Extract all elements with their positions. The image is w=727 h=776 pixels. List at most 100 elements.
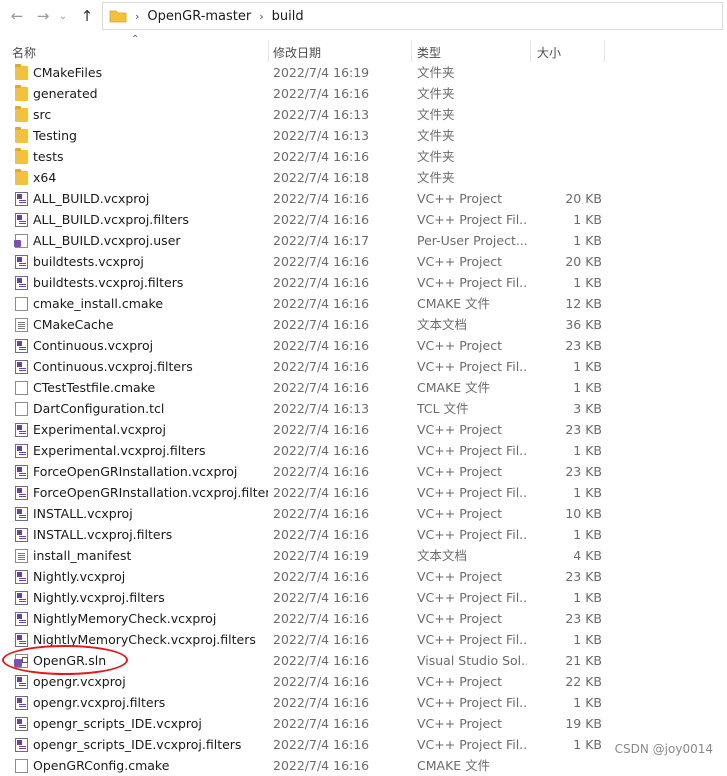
file-modified-date: 2022/7/4 16:18 [273, 170, 370, 185]
file-size: 1 KB [573, 737, 602, 752]
vcxproj-icon [15, 423, 28, 437]
file-size: 4 KB [573, 548, 602, 563]
file-type: VC++ Project [417, 338, 502, 353]
file-modified-date: 2022/7/4 16:16 [273, 359, 370, 374]
file-row[interactable]: DartConfiguration.tcl 2022/7/4 16:13 TCL 文… [0, 398, 727, 419]
file-row[interactable]: ALL_BUILD.vcxproj.filters 2022/7/4 16:16 V… [0, 209, 727, 230]
file-size: 1 KB [573, 590, 602, 605]
file-name: src [33, 107, 52, 122]
file-modified-date: 2022/7/4 16:13 [273, 128, 370, 143]
file-type: VC++ Project Fil... [417, 275, 527, 290]
file-type: VC++ Project Fil... [417, 485, 527, 500]
file-row[interactable]: opengr.vcxproj.filters 2022/7/4 16:16 VC++… [0, 692, 727, 713]
column-header-type[interactable]: 类型 [417, 44, 441, 61]
file-row[interactable]: opengr.vcxproj 2022/7/4 16:16 VC++ Project… [0, 671, 727, 692]
file-type: 文本文档 [417, 317, 468, 332]
forward-arrow-icon[interactable]: → [32, 5, 54, 27]
file-size: 1 KB [573, 443, 602, 458]
vcxproj-icon [15, 255, 28, 269]
file-modified-date: 2022/7/4 16:16 [273, 464, 370, 479]
address-box[interactable]: › OpenGR-master › build [102, 2, 723, 30]
file-name: Experimental.vcxproj.filters [33, 443, 206, 458]
up-arrow-icon[interactable]: ↑ [76, 5, 98, 27]
file-row[interactable]: generated 2022/7/4 16:16 文件夹 [0, 83, 727, 104]
file-row[interactable]: OpenGR.sln 2022/7/4 16:16 Visual Studio So… [0, 650, 727, 671]
file-row[interactable]: buildtests.vcxproj 2022/7/4 16:16 VC++ Pro… [0, 251, 727, 272]
file-modified-date: 2022/7/4 16:16 [273, 422, 370, 437]
file-size: 1 KB [573, 632, 602, 647]
file-row[interactable]: CMakeFiles 2022/7/4 16:19 文件夹 [0, 62, 727, 83]
file-icon [15, 381, 28, 395]
file-modified-date: 2022/7/4 16:13 [273, 401, 370, 416]
file-row[interactable]: x64 2022/7/4 16:18 文件夹 [0, 167, 727, 188]
column-header-date[interactable]: 修改日期 [273, 44, 321, 61]
folder-icon [15, 106, 28, 122]
breadcrumb-item-opengr-master[interactable]: OpenGR-master [147, 9, 251, 24]
file-row[interactable]: ALL_BUILD.vcxproj 2022/7/4 16:16 VC++ Proj… [0, 188, 727, 209]
file-size: 23 KB [565, 338, 602, 353]
file-type: VC++ Project [417, 191, 502, 206]
file-row[interactable]: Experimental.vcxproj 2022/7/4 16:16 VC++ P… [0, 419, 727, 440]
file-size: 19 KB [565, 716, 602, 731]
file-type: Per-User Project... [417, 233, 527, 248]
file-list: CMakeFiles 2022/7/4 16:19 文件夹 generated 2022… [0, 62, 727, 776]
file-name: tests [33, 149, 64, 164]
file-row[interactable]: ForceOpenGRInstallation.vcxproj.filters 2… [0, 482, 727, 503]
vcxproj-icon [15, 528, 28, 542]
file-row[interactable]: INSTALL.vcxproj.filters 2022/7/4 16:16 VC+… [0, 524, 727, 545]
user-project-icon [14, 234, 28, 248]
file-size: 1 KB [573, 485, 602, 500]
file-modified-date: 2022/7/4 16:16 [273, 296, 370, 311]
column-header-size[interactable]: 大小 [537, 44, 561, 61]
text-document-icon [15, 318, 28, 332]
column-divider[interactable] [411, 40, 412, 62]
vcxproj-icon [15, 507, 28, 521]
file-row[interactable]: Experimental.vcxproj.filters 2022/7/4 16:… [0, 440, 727, 461]
file-modified-date: 2022/7/4 16:16 [273, 527, 370, 542]
file-name: CMakeCache [33, 317, 114, 332]
file-row[interactable]: NightlyMemoryCheck.vcxproj.filters 2022/7… [0, 629, 727, 650]
folder-icon [15, 169, 28, 185]
file-row[interactable]: ForceOpenGRInstallation.vcxproj 2022/7/4 … [0, 461, 727, 482]
file-modified-date: 2022/7/4 16:16 [273, 632, 370, 647]
folder-icon [109, 9, 127, 23]
file-row[interactable]: INSTALL.vcxproj 2022/7/4 16:16 VC++ Projec… [0, 503, 727, 524]
file-size: 21 KB [565, 653, 602, 668]
file-modified-date: 2022/7/4 16:16 [273, 569, 370, 584]
file-row[interactable]: ALL_BUILD.vcxproj.user 2022/7/4 16:17 Per-… [0, 230, 727, 251]
column-divider[interactable] [604, 40, 605, 62]
file-modified-date: 2022/7/4 16:16 [273, 254, 370, 269]
file-row[interactable]: Continuous.vcxproj.filters 2022/7/4 16:16… [0, 356, 727, 377]
file-name: buildtests.vcxproj [33, 254, 144, 269]
file-row[interactable]: src 2022/7/4 16:13 文件夹 [0, 104, 727, 125]
file-row[interactable]: buildtests.vcxproj.filters 2022/7/4 16:16… [0, 272, 727, 293]
recent-locations-chevron-icon[interactable]: ⌄ [55, 5, 71, 27]
file-row[interactable]: Testing 2022/7/4 16:13 文件夹 [0, 125, 727, 146]
file-row[interactable]: NightlyMemoryCheck.vcxproj 2022/7/4 16:16… [0, 608, 727, 629]
file-row[interactable]: CTestTestfile.cmake 2022/7/4 16:16 CMAKE 文… [0, 377, 727, 398]
file-row[interactable]: opengr_scripts_IDE.vcxproj 2022/7/4 16:16… [0, 713, 727, 734]
file-type: VC++ Project [417, 716, 502, 731]
column-divider[interactable] [268, 40, 269, 62]
file-modified-date: 2022/7/4 16:16 [273, 611, 370, 626]
file-name: ALL_BUILD.vcxproj.filters [33, 212, 189, 227]
column-divider[interactable] [530, 40, 531, 62]
file-row[interactable]: install_manifest 2022/7/4 16:19 文本文档 4 KB [0, 545, 727, 566]
back-arrow-icon[interactable]: ← [6, 5, 28, 27]
file-size: 3 KB [573, 401, 602, 416]
file-type: CMAKE 文件 [417, 380, 491, 395]
file-row[interactable]: Nightly.vcxproj.filters 2022/7/4 16:16 VC+… [0, 587, 727, 608]
file-modified-date: 2022/7/4 16:16 [273, 695, 370, 710]
vcxproj-icon [15, 192, 28, 206]
file-row[interactable]: cmake_install.cmake 2022/7/4 16:16 CMAKE 文… [0, 293, 727, 314]
file-modified-date: 2022/7/4 16:16 [273, 317, 370, 332]
column-header-name[interactable]: 名称 [12, 44, 36, 61]
file-row[interactable]: tests 2022/7/4 16:16 文件夹 [0, 146, 727, 167]
file-name: ALL_BUILD.vcxproj [33, 191, 150, 206]
file-row[interactable]: Continuous.vcxproj 2022/7/4 16:16 VC++ Pro… [0, 335, 727, 356]
file-row[interactable]: Nightly.vcxproj 2022/7/4 16:16 VC++ Projec… [0, 566, 727, 587]
file-modified-date: 2022/7/4 16:16 [273, 506, 370, 521]
breadcrumb-item-build[interactable]: build [272, 9, 304, 24]
file-name: Experimental.vcxproj [33, 422, 166, 437]
file-row[interactable]: CMakeCache 2022/7/4 16:16 文本文档 36 KB [0, 314, 727, 335]
